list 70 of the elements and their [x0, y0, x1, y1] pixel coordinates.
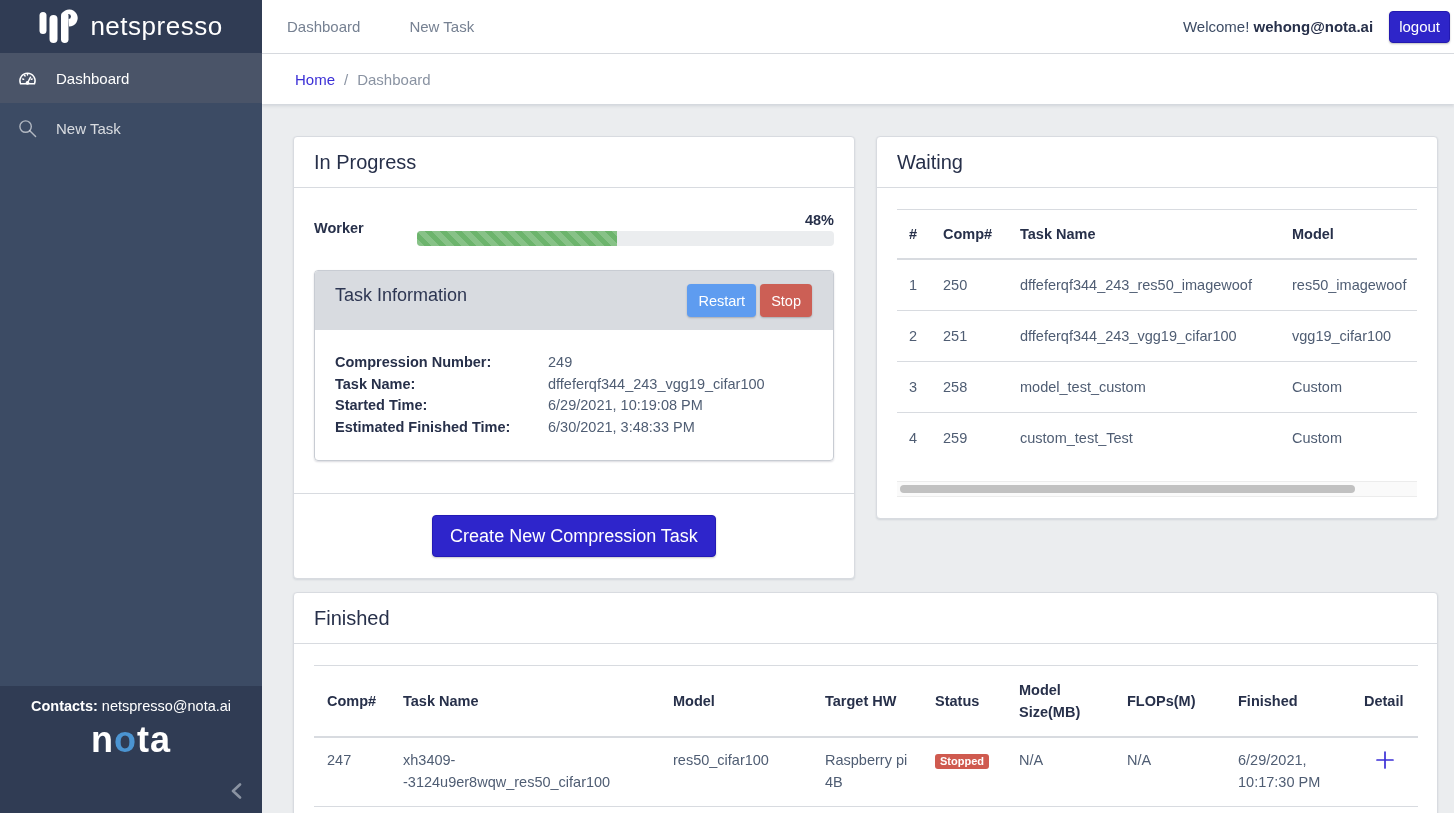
- horizontal-scrollbar[interactable]: [897, 481, 1417, 497]
- column-header: Model: [1280, 209, 1417, 259]
- column-header: Target HW: [812, 665, 922, 737]
- table-cell: 259: [931, 412, 1008, 463]
- column-header: #: [897, 209, 931, 259]
- action-button[interactable]: Stop: [760, 284, 812, 317]
- contact-text: Contacts: netspresso@nota.ai: [30, 698, 232, 715]
- field-value: 6/30/2021, 3:48:33 PM: [548, 417, 696, 437]
- card-title: In Progress: [314, 150, 417, 174]
- progress-reading: 48%: [804, 212, 834, 229]
- table-cell: res50_cifar100: [660, 737, 812, 807]
- column-header: Model: [660, 665, 812, 737]
- table-cell: 3: [897, 361, 931, 413]
- field-label: Compression Number:: [335, 353, 493, 372]
- footer-logo: nota: [91, 724, 171, 756]
- table-cell: Custom: [1280, 361, 1417, 413]
- panel-title: Task Information: [335, 284, 468, 306]
- worker-label: Worker: [314, 220, 365, 238]
- plus-icon[interactable]: [1375, 751, 1394, 769]
- field-value: 6/29/2021, 10:19:08 PM: [548, 396, 704, 415]
- column-header: Task Name: [390, 665, 660, 737]
- table-cell: 251: [931, 310, 1008, 362]
- column-header: Finished: [1225, 665, 1351, 737]
- column-header: Status: [922, 665, 1006, 737]
- breadcrumb-separator: /: [343, 70, 350, 88]
- table-cell: N/A: [1114, 737, 1225, 807]
- breadcrumb-link[interactable]: Home: [295, 70, 335, 88]
- table-cell: res50_imagewoof: [1280, 259, 1417, 311]
- table-cell: dffeferqf344_243_res50_imagewoof: [1008, 259, 1280, 311]
- chevron-left-icon[interactable]: [231, 783, 242, 799]
- table-cell: 1: [897, 259, 931, 311]
- field-label: Started Time:: [335, 396, 429, 415]
- status-badge: Stopped: [935, 753, 989, 769]
- column-header: Comp#: [314, 665, 390, 737]
- table-cell: 258: [931, 361, 1008, 413]
- table-cell: dffeferqf344_243_vgg19_cifar100: [1008, 310, 1280, 362]
- table-cell: 250: [931, 259, 1008, 311]
- table-cell: 247: [314, 737, 390, 807]
- table-cell: 6/29/2021, 10:17:30 PM: [1225, 737, 1351, 807]
- card-title: Finished: [314, 606, 390, 630]
- create-task-button[interactable]: Create New Compression Task: [432, 515, 716, 557]
- column-header: Task Name: [1008, 209, 1280, 259]
- field-label: Task Name:: [335, 374, 417, 394]
- table-cell: N/A: [1006, 737, 1114, 807]
- field-value: 249: [548, 353, 574, 372]
- sidebar-item[interactable]: New Task: [0, 103, 262, 153]
- field-value: dffeferqf344_243_vgg19_cifar100: [548, 374, 766, 394]
- brand-name: netspresso: [90, 11, 223, 42]
- table-cell: model_test_custom: [1008, 361, 1280, 413]
- card-title: Waiting: [897, 150, 963, 174]
- table-cell: custom_test_Test: [1008, 412, 1280, 463]
- field-label: Estimated Finished Time:: [335, 417, 512, 437]
- table-cell: Raspberry pi 4B: [812, 737, 922, 807]
- column-header: FLOPs(M): [1114, 665, 1225, 737]
- logout-button[interactable]: logout: [1389, 10, 1450, 43]
- breadcrumb-current: Dashboard: [357, 70, 431, 88]
- nav-link[interactable]: New Task: [409, 18, 475, 35]
- table-cell: Custom: [1280, 412, 1417, 463]
- column-header: Comp#: [931, 209, 1008, 259]
- logo-icon: [39, 9, 81, 44]
- table-cell: 2: [897, 310, 931, 362]
- nav-link[interactable]: Dashboard: [287, 18, 361, 35]
- column-header: Model Size(MB): [1006, 665, 1114, 737]
- table-cell: 4: [897, 412, 931, 463]
- column-header: Detail: [1351, 665, 1418, 737]
- table-cell: xh3409--3124u9er8wqw_res50_cifar100: [390, 737, 660, 807]
- search-icon: [18, 118, 37, 138]
- table-cell: vgg19_cifar100: [1280, 310, 1417, 362]
- sidebar-item[interactable]: Dashboard: [0, 53, 262, 103]
- welcome-text: Welcome! wehong@nota.ai: [1182, 18, 1374, 35]
